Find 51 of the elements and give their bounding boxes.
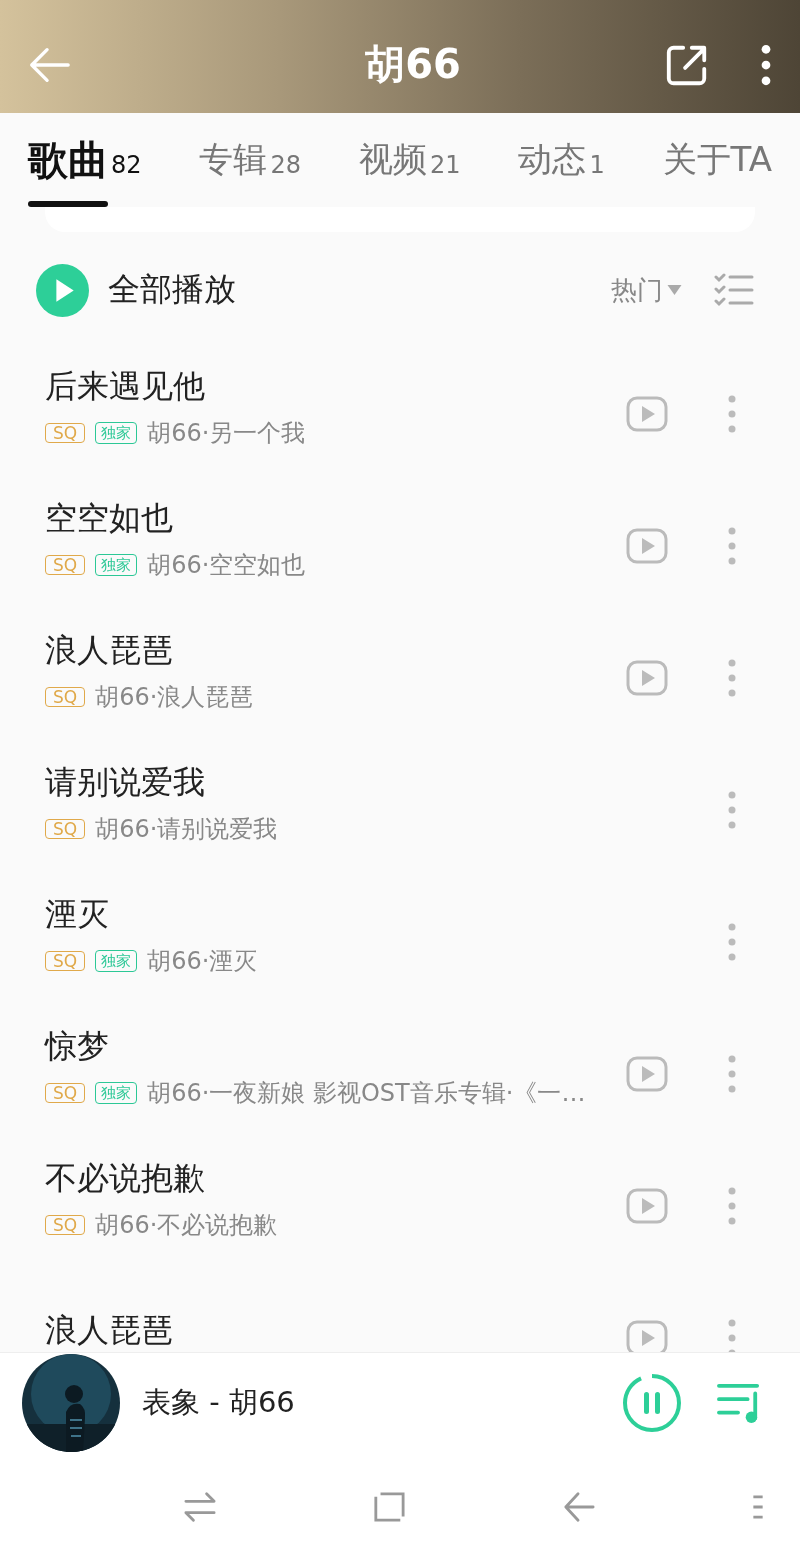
playlist-icon[interactable] (716, 1382, 762, 1424)
song-info: 胡66·请别说爱我 (95, 814, 278, 845)
tab[interactable]: 动态 1 (518, 113, 605, 207)
quality-tag: SQ (45, 423, 86, 443)
play-all-icon[interactable] (36, 263, 89, 317)
quality-tag: SQ (45, 1215, 86, 1235)
song-title[interactable]: 惊梦 (45, 1025, 614, 1069)
song-info: 胡66·湮灭 (147, 946, 258, 977)
video-icon[interactable] (626, 528, 668, 564)
quality-tag: SQ (45, 687, 86, 707)
quality-tag: SQ (45, 819, 86, 839)
exclusive-tag: 独家 (95, 422, 138, 444)
page-title: 胡66 (364, 40, 462, 89)
exclusive-tag: 独家 (95, 950, 138, 972)
back-icon[interactable] (562, 1490, 595, 1523)
multi-select-icon[interactable] (714, 273, 754, 307)
exclusive-tag: 独家 (95, 1082, 138, 1104)
tab[interactable]: 视频 21 (358, 113, 461, 207)
quality-tag: SQ (45, 951, 86, 971)
pause-button[interactable] (620, 1371, 684, 1435)
exclusive-tag: 独家 (95, 554, 138, 576)
recents-icon[interactable] (373, 1490, 406, 1523)
video-icon[interactable] (626, 396, 668, 432)
video-icon[interactable] (626, 1056, 668, 1092)
video-icon[interactable] (626, 660, 668, 696)
quality-tag: SQ (45, 1083, 86, 1103)
more-icon[interactable] (760, 43, 772, 86)
quality-tag: SQ (45, 555, 86, 575)
tab[interactable]: 歌曲 82 (28, 113, 142, 207)
video-icon[interactable] (626, 1188, 668, 1224)
search-field[interactable] (45, 207, 755, 232)
song-title[interactable]: 不必说抱歉 (45, 1157, 614, 1201)
switch-icon[interactable] (184, 1490, 216, 1523)
video-icon[interactable] (626, 1320, 668, 1352)
song-title[interactable]: 浪人琵琶 (45, 1309, 614, 1352)
song-title[interactable]: 请别说爱我 (45, 761, 614, 805)
song-title[interactable]: 浪人琵琶 (45, 629, 614, 673)
tab[interactable]: 关于TA (662, 113, 772, 207)
song-info: 胡66·不必说抱歉 (95, 1210, 278, 1241)
tab[interactable]: 专辑 28 (199, 113, 301, 207)
song-title[interactable]: 空空如也 (45, 497, 614, 541)
song-info: 胡66·另一个我 (147, 418, 306, 449)
song-info: 胡66·一夜新娘 影视OST音乐专辑·《一… (147, 1078, 586, 1109)
menu-icon[interactable] (752, 1493, 764, 1520)
play-all-label[interactable]: 全部播放 (108, 268, 236, 312)
caret-icon (667, 285, 682, 295)
now-playing-title[interactable]: 表象 - 胡66 (142, 1383, 295, 1423)
song-title[interactable]: 后来遇见他 (45, 365, 614, 409)
song-info: 胡66·浪人琵琶 (95, 682, 254, 713)
song-info: 胡66·空空如也 (147, 550, 306, 581)
song-title[interactable]: 湮灭 (45, 893, 614, 937)
